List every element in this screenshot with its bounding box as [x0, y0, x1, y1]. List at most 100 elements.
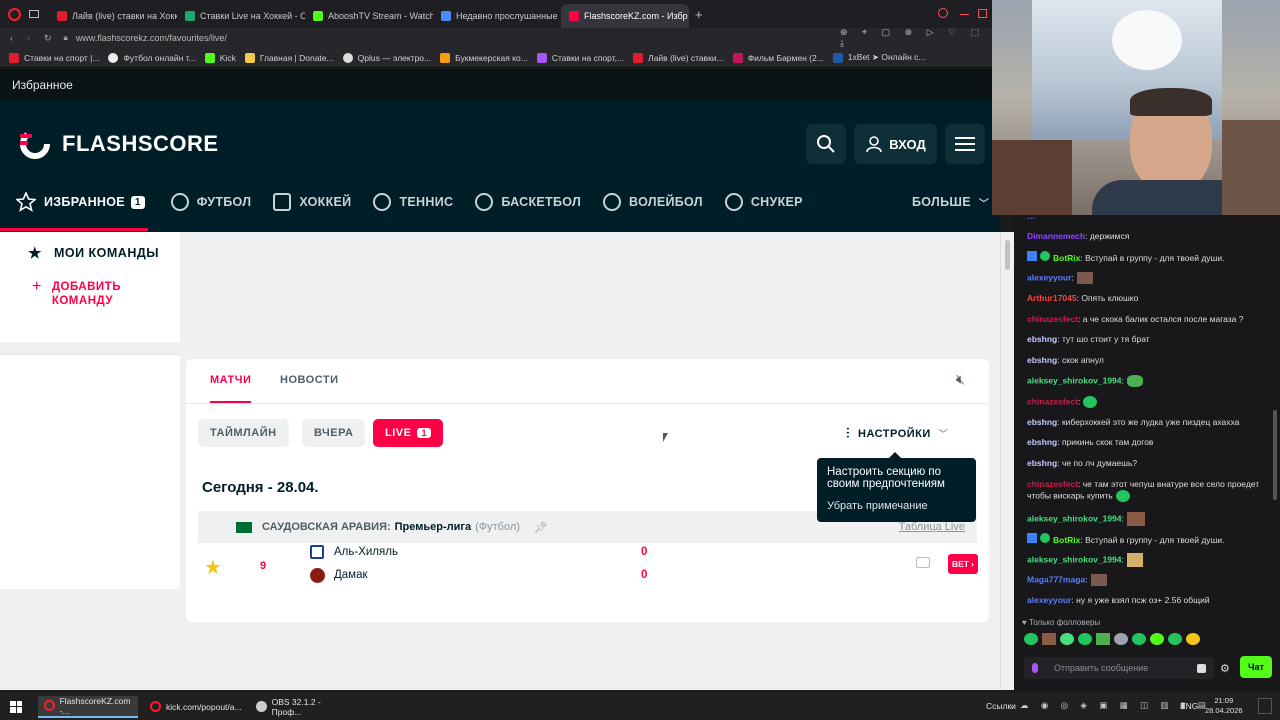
bookmark-item[interactable]: Kick [204, 52, 236, 63]
settings-gear-icon[interactable]: ⚙ [1220, 662, 1230, 675]
browser-tab[interactable]: Лайв (live) ставки на Хоккей [49, 4, 177, 28]
taskbar-clock[interactable]: 21:09 28.04.2026 [1205, 696, 1243, 716]
bookmark-favicon-icon [832, 52, 843, 63]
new-tab-icon[interactable]: + [695, 7, 703, 22]
microphone-icon[interactable] [1032, 663, 1038, 673]
browser-tab[interactable]: Недавно прослушанные [433, 4, 561, 28]
chat-message: alexeyyour: [1027, 272, 1272, 284]
bookmark-item[interactable]: Qplus — электро... [342, 52, 431, 63]
filter-timeline[interactable]: ТАЙМЛАЙН [198, 419, 289, 447]
windows-start-icon[interactable] [10, 700, 22, 713]
match-row[interactable]: ★ 9 Аль-Хиляль 0 Дамак 0 BET › [198, 545, 978, 591]
emote-icon [1126, 375, 1143, 387]
flashscore-logo[interactable]: FLASHSCORE [18, 127, 219, 161]
tooltip-dismiss-link[interactable]: Убрать примечание [827, 500, 966, 512]
standings-live-link[interactable]: Таблица Live [899, 521, 965, 533]
tab-matches[interactable]: МАТЧИ [210, 374, 252, 403]
bookmark-item[interactable]: Футбол онлайн т... [108, 52, 196, 63]
clock-time: 21:09 [1214, 696, 1234, 705]
match-minute: 9 [260, 560, 267, 572]
bookmark-item[interactable]: Главная | Donate... [244, 52, 334, 63]
nav-label: ИЗБРАННОЕ [44, 195, 125, 209]
filter-yesterday[interactable]: ВЧЕРА [302, 419, 366, 447]
bookmark-item[interactable]: Фильм Бармен (2... [732, 52, 824, 63]
favourites-title: Избранное [12, 77, 73, 92]
tab-favicon-icon [313, 11, 323, 21]
chat-send-button[interactable]: Чат [1240, 656, 1272, 678]
browser-tab-bar: Лайв (live) ставки на Хоккей Ставки Live… [0, 0, 992, 28]
emote-bar[interactable] [1024, 633, 1200, 645]
bookmark-item[interactable]: Ставки на спорт,... [536, 52, 624, 63]
nav-label: ХОККЕЙ [299, 195, 352, 209]
chat-scrollbar[interactable] [1273, 410, 1277, 500]
emote-icon[interactable] [1096, 633, 1110, 645]
emote-icon[interactable] [1042, 633, 1056, 645]
add-team-link[interactable]: + ДОБАВИТЬ КОМАНДУ [32, 279, 152, 308]
login-button[interactable]: ВХОД [854, 124, 937, 164]
nav-volleyball[interactable]: ВОЛЕЙБОЛ [603, 193, 703, 211]
links-toolbar[interactable]: Ссылки [986, 701, 1016, 711]
taskbar-app[interactable]: FlashscoreKZ.com -... [38, 695, 138, 718]
bookmark-item[interactable]: 1xBet ➤ Онлайн с... [832, 52, 926, 63]
emote-icon[interactable] [1024, 633, 1038, 645]
forward-icon[interactable]: › [27, 33, 30, 43]
tab-news[interactable]: НОВОСТИ [280, 374, 339, 386]
chat-message: ebshng: че по лч думаешь? [1027, 458, 1138, 468]
browser-tab-active[interactable]: FlashscoreKZ.com - Избр [561, 4, 689, 28]
sound-muted-icon[interactable]: 🔇︎ [956, 371, 965, 388]
favourite-star-icon[interactable]: ★ [204, 555, 222, 580]
emote-icon[interactable] [1132, 633, 1146, 645]
emote-icon[interactable] [1078, 633, 1092, 645]
nav-basketball[interactable]: БАСКЕТБОЛ [475, 193, 581, 211]
minimize-icon[interactable] [960, 14, 969, 15]
emoji-icon[interactable] [1197, 663, 1206, 673]
nav-snooker[interactable]: СНУКЕР [724, 193, 803, 211]
nav-favourites[interactable]: ИЗБРАННОЕ 1 [16, 192, 145, 212]
chat-message: ··· [1027, 213, 1036, 223]
taskbar-app[interactable]: OBS 32.1.2 - Проф... [250, 696, 350, 718]
toolbar-icons[interactable]: ⊕ ⌖ ▢ ⊗ ▷ ♡ ⬚ ⤓ [840, 27, 992, 49]
maximize-icon[interactable] [978, 9, 987, 18]
damac-logo-icon [310, 568, 325, 583]
live-count-badge: 1 [417, 428, 431, 438]
search-button[interactable] [806, 124, 846, 164]
nav-tennis[interactable]: ТЕННИС [373, 193, 453, 211]
back-icon[interactable]: ‹ [10, 33, 13, 43]
emote-icon[interactable] [1060, 633, 1074, 645]
opera-logo-icon[interactable] [8, 7, 21, 21]
emote-icon[interactable] [1168, 633, 1182, 645]
keyboard-language[interactable]: ENG [1180, 701, 1198, 711]
nav-football[interactable]: ФУТБОЛ [170, 193, 252, 211]
snooker-icon [724, 193, 743, 211]
settings-button[interactable]: ⫶ НАСТРОЙКИ ﹀ [846, 425, 948, 442]
taskbar-app[interactable]: kick.com/popout/a... [144, 696, 244, 718]
url-field[interactable]: www.flashscorekz.com/favourites/live/ [76, 33, 227, 43]
reload-icon[interactable]: ↻ [44, 33, 52, 44]
show-desktop-button[interactable] [1258, 698, 1272, 714]
chat-input[interactable]: Отправить сообщение [1024, 657, 1214, 679]
browser-tab[interactable]: AbooshTV Stream - Watch [305, 4, 433, 28]
emote-icon[interactable] [1114, 633, 1128, 645]
user-icon [866, 136, 883, 153]
bookmark-item[interactable]: Лайв (live) ставки... [633, 52, 724, 63]
tab-overview-icon[interactable] [29, 10, 39, 18]
bet-button[interactable]: BET › [948, 554, 978, 574]
tooltip-text: Настроить секцию по своим предпочтениям [827, 466, 945, 490]
search-tabs-icon[interactable] [938, 8, 948, 18]
emote-icon[interactable] [1186, 633, 1200, 645]
bookmark-favicon-icon [633, 52, 644, 63]
bookmark-item[interactable]: Ставки на спорт |... [9, 52, 99, 63]
bookmark-item[interactable]: Букмекерская ко... [440, 52, 528, 63]
browser-tab[interactable]: Ставки Live на Хоккей - C [177, 4, 305, 28]
menu-button[interactable] [945, 124, 985, 164]
sliders-icon: ⫶ [846, 425, 850, 441]
filter-live[interactable]: LIVE 1 [373, 419, 443, 447]
nav-more[interactable]: БОЛЬШЕ ﹀ [912, 195, 989, 210]
pin-icon[interactable]: 📌︎ [534, 521, 548, 534]
emote-icon[interactable] [1150, 633, 1164, 645]
nav-hockey[interactable]: ХОККЕЙ [273, 193, 351, 211]
scrollbar-thumb[interactable] [1005, 240, 1010, 270]
page-scrollbar[interactable] [1000, 232, 1014, 690]
tv-icon[interactable] [916, 557, 930, 568]
bot-badge-icon [1027, 533, 1037, 543]
